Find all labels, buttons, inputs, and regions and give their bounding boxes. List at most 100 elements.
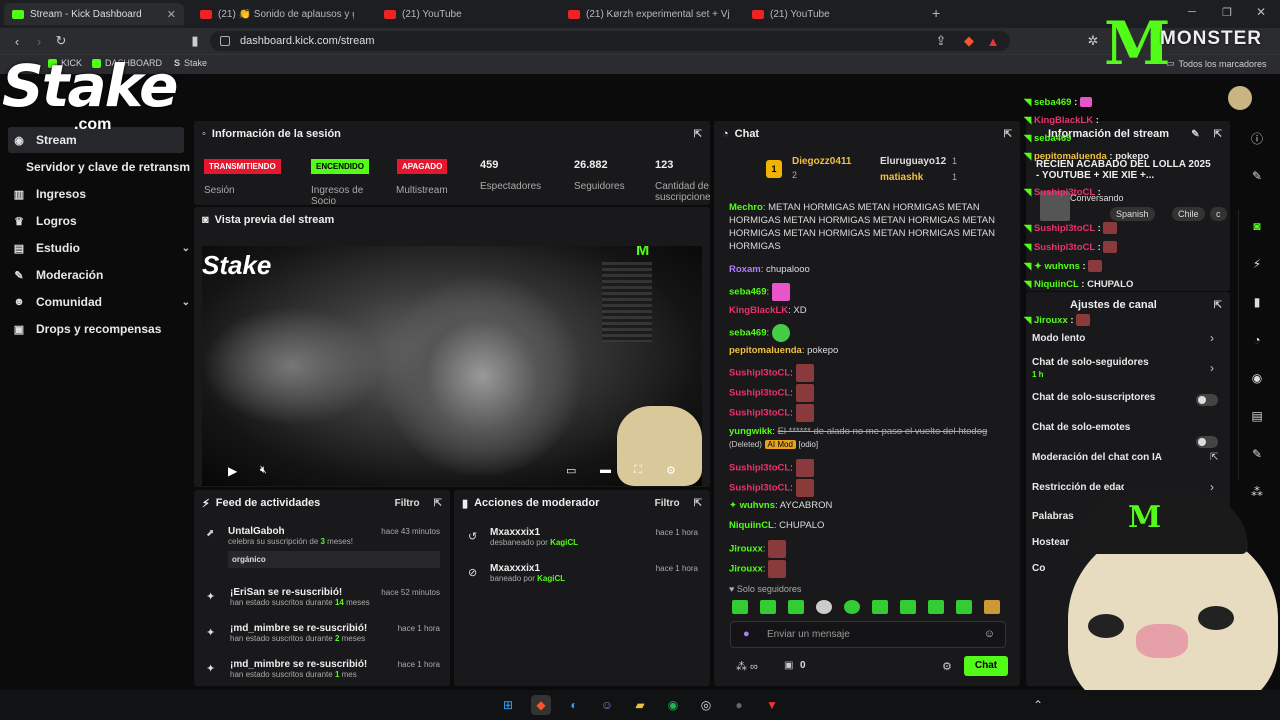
chat-username[interactable]: wuhvns xyxy=(740,500,775,511)
tray-chevron-up-icon[interactable]: ⌃ xyxy=(1028,695,1048,715)
emote-icon[interactable] xyxy=(732,600,748,614)
fullscreen-icon[interactable]: ⛶ xyxy=(634,464,642,477)
setting-followers-only[interactable]: Chat de solo-seguidores xyxy=(1032,357,1149,368)
file-explorer-icon[interactable]: ▰ xyxy=(630,695,650,715)
sidebar-item-server-key[interactable]: Servidor y clave de retransm xyxy=(26,155,194,179)
close-tab-icon[interactable]: ✕ xyxy=(167,8,176,21)
avatar[interactable] xyxy=(1228,86,1252,110)
filter-button[interactable]: Filtro xyxy=(395,498,420,509)
emote-icon[interactable] xyxy=(760,600,776,614)
back-icon[interactable]: ‹ xyxy=(8,32,26,50)
popout-icon[interactable]: ⇱ xyxy=(694,129,702,140)
bolt-icon[interactable]: ⚡︎ xyxy=(1245,252,1269,276)
filter-button[interactable]: Filtro xyxy=(655,498,680,509)
share-icon[interactable]: ⇪ xyxy=(932,32,950,50)
chat-username[interactable]: NiquiinCL xyxy=(729,520,774,531)
tab-youtube-aplausos[interactable]: (21) 👏 Sonido de aplausos y gritos xyxy=(192,3,362,25)
app-icon[interactable]: ● xyxy=(729,695,749,715)
bookmark-stake[interactable]: S Stake xyxy=(174,58,207,68)
settings-icon[interactable]: ⚙ xyxy=(942,660,952,673)
chat-username[interactable]: Sushipl3toCL xyxy=(729,388,790,399)
app-icon[interactable]: ▼ xyxy=(762,695,782,715)
layout-icon[interactable]: ▤ xyxy=(1245,404,1269,428)
chat-username[interactable]: seba469 xyxy=(729,287,767,298)
chat-username[interactable]: seba469 xyxy=(729,328,767,339)
send-chat-button[interactable]: Chat xyxy=(964,656,1008,676)
sidebar-item-ingresos[interactable]: ▥ Ingresos xyxy=(12,182,190,206)
toggle-emotes-only[interactable] xyxy=(1196,436,1218,448)
sidebar-item-comunidad[interactable]: ☻ Comunidad ⌄ xyxy=(12,290,190,314)
setting-slow-mode[interactable]: Modo lento xyxy=(1032,333,1085,344)
chat-username[interactable]: Jirouxx xyxy=(729,544,763,555)
wrench-icon[interactable]: ✎ xyxy=(1245,442,1269,466)
info-icon[interactable]: ⓘ xyxy=(1245,126,1269,150)
chat-username[interactable]: Sushipl3toCL xyxy=(729,368,790,379)
discord-icon[interactable]: ☺ xyxy=(597,695,617,715)
chat-input[interactable]: ● Enviar un mensaje ☺ xyxy=(730,621,1006,648)
tab-kick-dashboard[interactable]: Stream - Kick Dashboard ✕ xyxy=(4,3,184,25)
chat-icon[interactable]: ◔ xyxy=(1245,328,1269,352)
chat-username[interactable]: yungwikk xyxy=(729,426,772,437)
edge-icon[interactable]: ◐ xyxy=(564,695,584,715)
chat-username[interactable]: Sushipl3toCL xyxy=(729,483,790,494)
chevron-down-icon[interactable]: ⌄ xyxy=(182,243,190,254)
brave-shield-icon[interactable]: ◆ xyxy=(960,32,978,50)
forward-icon[interactable]: › xyxy=(30,32,48,50)
chat-username[interactable]: Roxam xyxy=(729,264,761,275)
microphone-icon[interactable]: ● xyxy=(743,628,750,640)
site-info-icon[interactable] xyxy=(220,36,230,46)
setting-subs-only[interactable]: Chat de solo-suscriptores xyxy=(1032,392,1155,403)
chat-username[interactable]: Sushipl3toCL xyxy=(729,463,790,474)
broadcast-icon[interactable]: ◉ xyxy=(1245,366,1269,390)
popout-icon[interactable]: ⇱ xyxy=(694,498,702,509)
setting-emotes-only[interactable]: Chat de solo-emotes xyxy=(1032,422,1130,433)
chat-username[interactable]: Sushipl3toCL xyxy=(729,408,790,419)
sidebar-item-moderacion[interactable]: ✎ Moderación xyxy=(12,263,190,287)
gift-icon[interactable]: ▣ xyxy=(784,660,793,671)
emote-icon[interactable] xyxy=(900,600,916,614)
emote-icon[interactable] xyxy=(928,600,944,614)
popout-icon[interactable]: ⇱ xyxy=(434,498,442,509)
chat-username[interactable]: Jirouxx xyxy=(729,564,763,575)
tab-youtube-1[interactable]: (21) YouTube xyxy=(376,3,546,25)
spotify-icon[interactable]: ◉ xyxy=(663,695,683,715)
toggle-subs-only[interactable] xyxy=(1196,394,1218,406)
windows-start-icon[interactable]: ⊞ xyxy=(498,695,518,715)
popout-icon[interactable]: ⇱ xyxy=(1004,129,1012,140)
setting-co[interactable]: Co xyxy=(1032,563,1045,574)
theater-icon[interactable]: ▬ xyxy=(600,464,611,476)
settings-icon[interactable]: ⚙ xyxy=(666,464,676,477)
emote-icon[interactable] xyxy=(816,600,832,614)
tab-youtube-korzh[interactable]: (21) Kørzh experimental set + Vj Mo xyxy=(560,3,740,25)
obs-icon[interactable]: ◎ xyxy=(696,695,716,715)
camera-icon[interactable]: ◙ xyxy=(1245,214,1269,238)
top-gifter-name[interactable]: Eluruguayo12 xyxy=(880,156,946,167)
chevron-right-icon[interactable]: › xyxy=(1210,361,1214,375)
emote-icon[interactable] xyxy=(788,600,804,614)
emote-icon[interactable] xyxy=(956,600,972,614)
stream-video[interactable]: Stake M ▶ 🔇︎ ▭ ▬ ⛶ ⚙ xyxy=(202,246,702,486)
tab-youtube-2[interactable]: (21) YouTube xyxy=(744,3,914,25)
emoji-icon[interactable]: ☺ xyxy=(984,628,995,640)
sidebar-item-drops[interactable]: ▣ Drops y recompensas xyxy=(12,317,190,341)
chat-username[interactable]: Mechro xyxy=(729,202,763,213)
points-icon[interactable]: ⁂ ∞ xyxy=(736,660,758,673)
play-icon[interactable]: ▶ xyxy=(228,464,237,478)
chevron-down-icon[interactable]: ⌄ xyxy=(182,297,190,308)
bookmark-icon[interactable]: ▮ xyxy=(186,32,204,50)
brave-icon[interactable]: ◆ xyxy=(531,695,551,715)
chevron-right-icon[interactable]: › xyxy=(1210,331,1214,345)
external-link-icon[interactable]: ⇱ xyxy=(1210,452,1218,463)
emote-icon[interactable] xyxy=(844,600,860,614)
document-icon[interactable]: ▮ xyxy=(1245,290,1269,314)
mute-icon[interactable]: 🔇︎ xyxy=(260,464,267,477)
top-gifter-name[interactable]: Diegozz0411 xyxy=(792,156,851,167)
emote-icon[interactable] xyxy=(872,600,888,614)
reload-icon[interactable]: ↻ xyxy=(52,32,70,50)
pip-icon[interactable]: ▭ xyxy=(566,464,576,477)
setting-ai-moderation[interactable]: Moderación del chat con IA xyxy=(1032,452,1162,463)
url-input[interactable]: dashboard.kick.com/stream xyxy=(210,31,1010,51)
sidebar-item-estudio[interactable]: ▤ Estudio ⌄ xyxy=(12,236,190,260)
extensions-icon[interactable]: ✲ xyxy=(1084,32,1102,50)
chat-username[interactable]: pepitomaluenda xyxy=(729,345,802,356)
